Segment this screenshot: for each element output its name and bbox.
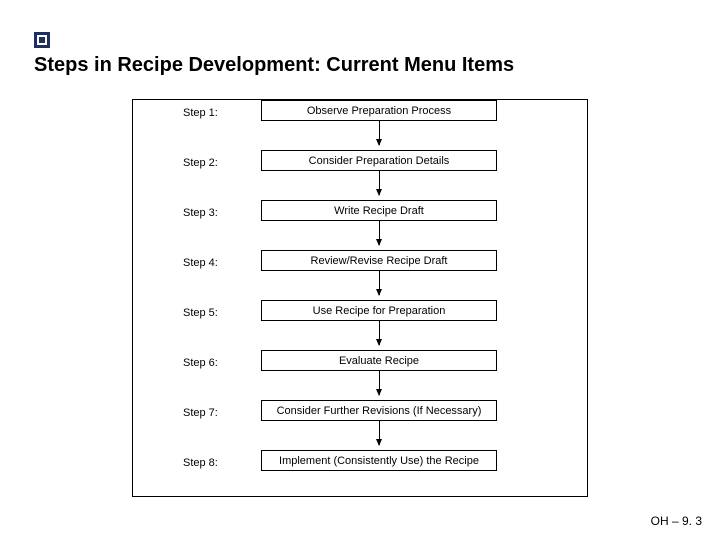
- step-box-4: Review/Revise Recipe Draft: [261, 250, 497, 271]
- step-label-2: Step 2:: [183, 157, 243, 169]
- step-box-7: Consider Further Revisions (If Necessary…: [261, 400, 497, 421]
- step-box-2: Consider Preparation Details: [261, 150, 497, 171]
- arrow-1-2: [379, 121, 380, 145]
- step-box-3: Write Recipe Draft: [261, 200, 497, 221]
- slide-number: OH – 9. 3: [651, 514, 702, 528]
- arrow-7-8: [379, 421, 380, 445]
- step-label-4: Step 4:: [183, 257, 243, 269]
- arrow-2-3: [379, 171, 380, 195]
- arrow-3-4: [379, 221, 380, 245]
- step-box-8: Implement (Consistently Use) the Recipe: [261, 450, 497, 471]
- arrow-4-5: [379, 271, 380, 295]
- arrow-6-7: [379, 371, 380, 395]
- step-box-5: Use Recipe for Preparation: [261, 300, 497, 321]
- page-title: Steps in Recipe Development: Current Men…: [34, 54, 514, 77]
- arrow-5-6: [379, 321, 380, 345]
- step-label-5: Step 5:: [183, 307, 243, 319]
- step-box-6: Evaluate Recipe: [261, 350, 497, 371]
- step-label-1: Step 1:: [183, 107, 243, 119]
- flow-container: Step 1: Observe Preparation Process Step…: [132, 99, 588, 497]
- step-label-8: Step 8:: [183, 457, 243, 469]
- step-label-3: Step 3:: [183, 207, 243, 219]
- step-box-1: Observe Preparation Process: [261, 100, 497, 121]
- step-label-7: Step 7:: [183, 407, 243, 419]
- title-bullet-icon: [34, 32, 50, 48]
- step-label-6: Step 6:: [183, 357, 243, 369]
